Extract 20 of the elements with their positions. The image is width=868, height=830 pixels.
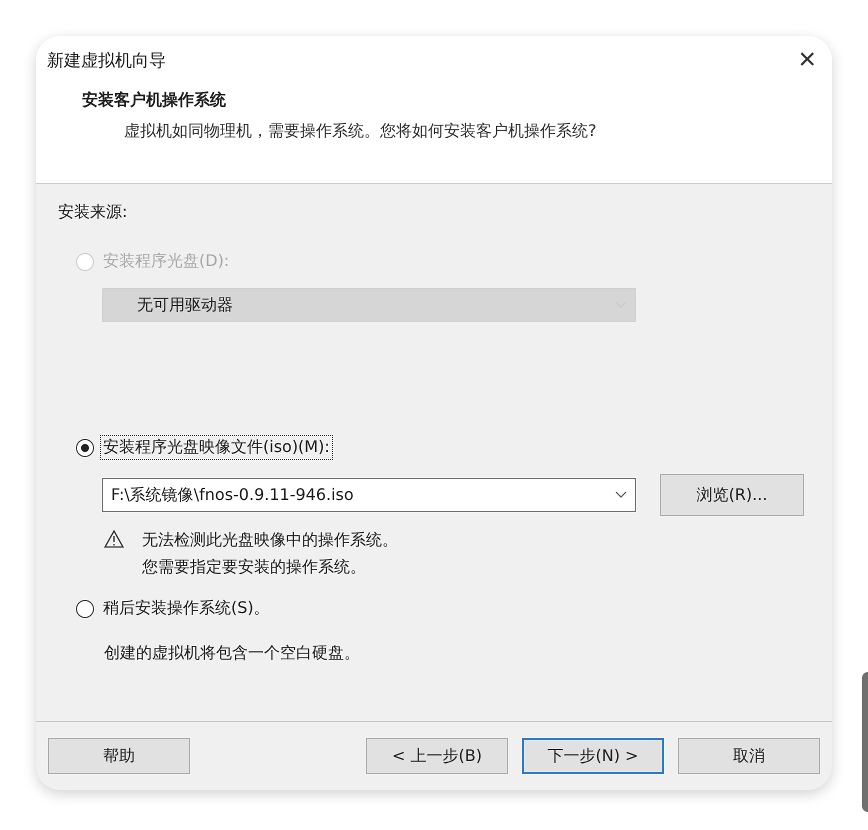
option-note: 创建的虚拟机将包含一个空白硬盘。 [104, 643, 361, 664]
window-title: 新建虚拟机向导 [47, 50, 166, 72]
warning-text: 您需要指定要安装的操作系统。 [142, 556, 367, 578]
dialog-button[interactable]: < 上一步(B) [366, 738, 508, 774]
dropdown-field[interactable]: F:\系统镜像\fnos-0.9.11-946.iso [102, 478, 636, 512]
radio-label[interactable]: 稍后安装操作系统(S)。 [100, 596, 273, 621]
browse-button[interactable]: 浏览(R)... [660, 474, 804, 516]
radio-button[interactable] [76, 438, 94, 456]
chevron-icon [615, 491, 627, 499]
section-label: 安装来源: [58, 202, 128, 223]
dialog-button[interactable]: 下一步(N) > [522, 738, 664, 774]
warning-text: 无法检测此光盘映像中的操作系统。 [142, 529, 398, 551]
dialog-button[interactable]: 取消 [678, 738, 820, 774]
page-description: 虚拟机如同物理机，需要操作系统。您将如何安装客户机操作系统? [124, 121, 598, 142]
close-button[interactable]: × [790, 45, 824, 75]
page-heading: 安装客户机操作系统 [82, 90, 227, 111]
radio-button[interactable] [76, 600, 94, 618]
radio-label[interactable]: 安装程序光盘映像文件(iso)(M): [100, 435, 333, 460]
warning-icon [104, 530, 124, 548]
dialog-button[interactable]: 帮助 [48, 738, 190, 774]
